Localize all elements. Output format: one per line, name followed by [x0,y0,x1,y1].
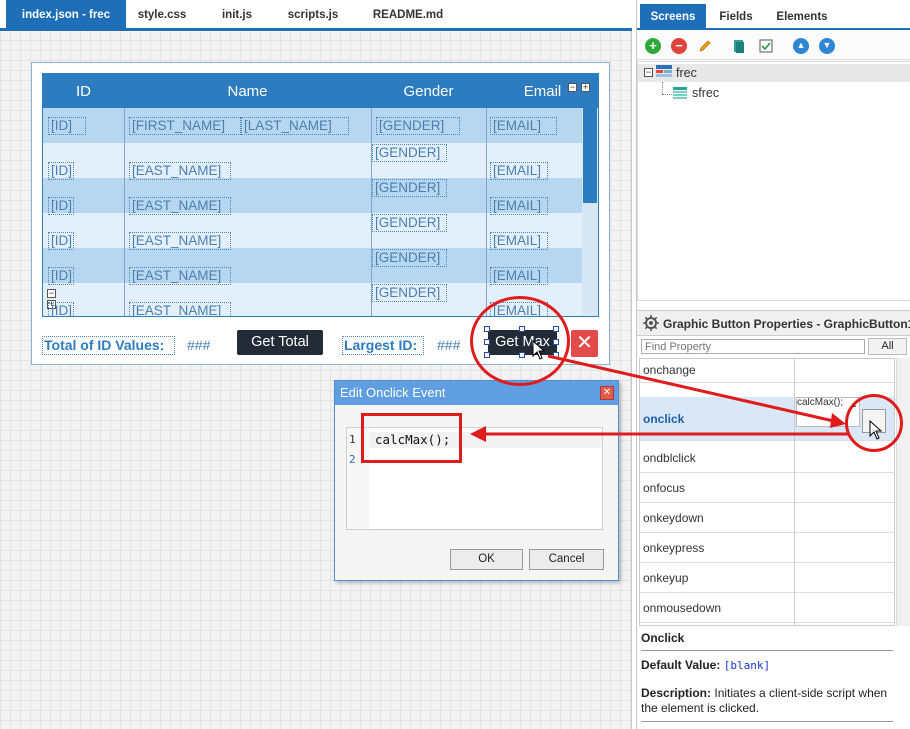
annotation-arrows [470,354,848,442]
cursor-icon [869,420,883,440]
